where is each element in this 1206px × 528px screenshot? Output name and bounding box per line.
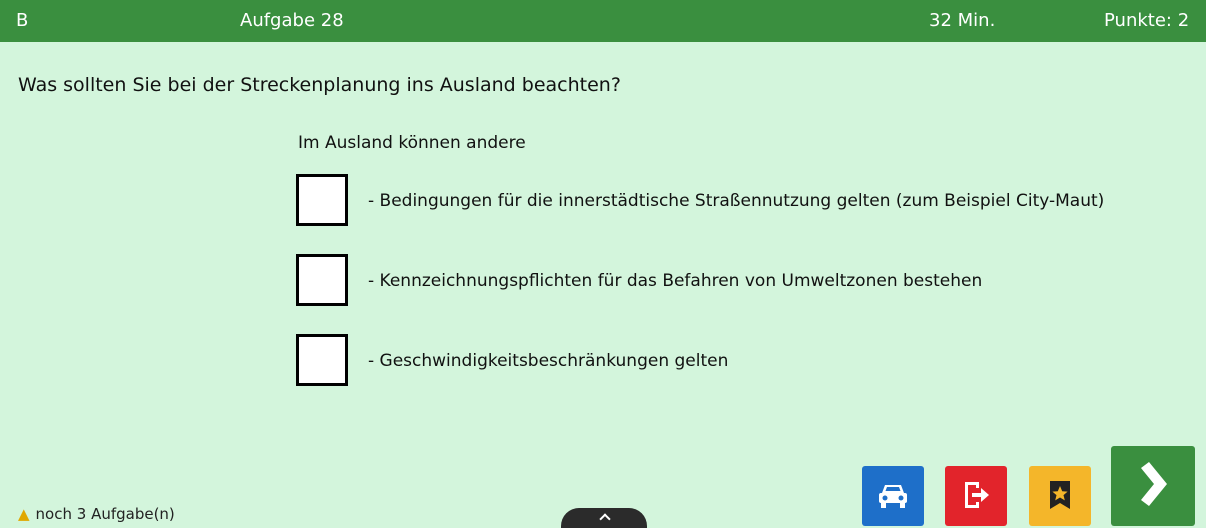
star-bookmark-icon bbox=[1050, 481, 1070, 509]
vehicle-button[interactable] bbox=[862, 466, 924, 526]
mark-question-button[interactable] bbox=[1029, 466, 1091, 526]
answer-checkbox-1[interactable] bbox=[296, 174, 348, 226]
chevron-right-icon bbox=[1141, 462, 1167, 506]
answer-text-2: - Kennzeichnungspflichten für das Befahr… bbox=[368, 271, 983, 291]
answer-text-1: - Bedingungen für die innerstädtische St… bbox=[368, 191, 1105, 211]
exit-button[interactable] bbox=[945, 466, 1007, 526]
exit-icon bbox=[965, 482, 989, 508]
answer-checkbox-2[interactable] bbox=[296, 254, 348, 306]
answer-text-3: - Geschwindigkeitsbeschränkungen gelten bbox=[368, 351, 729, 371]
question-intro: Im Ausland können andere bbox=[298, 133, 526, 153]
remaining-tasks-label: noch 3 Aufgabe(n) bbox=[35, 505, 175, 523]
points: Punkte: 2 bbox=[1104, 10, 1190, 31]
drawer-handle[interactable] bbox=[561, 508, 647, 528]
car-icon bbox=[879, 485, 907, 508]
header-bar: B Aufgabe 28 32 Min. Punkte: 2 bbox=[0, 0, 1206, 42]
task-number: Aufgabe 28 bbox=[240, 10, 344, 31]
next-button[interactable] bbox=[1111, 446, 1195, 526]
question-text: Was sollten Sie bei der Streckenplanung … bbox=[18, 74, 621, 96]
time-remaining: 32 Min. bbox=[929, 10, 996, 31]
answer-checkbox-3[interactable] bbox=[296, 334, 348, 386]
warning-icon: ▲ bbox=[18, 505, 30, 523]
license-class: B bbox=[16, 10, 29, 31]
remaining-tasks: ▲ noch 3 Aufgabe(n) bbox=[18, 505, 175, 523]
